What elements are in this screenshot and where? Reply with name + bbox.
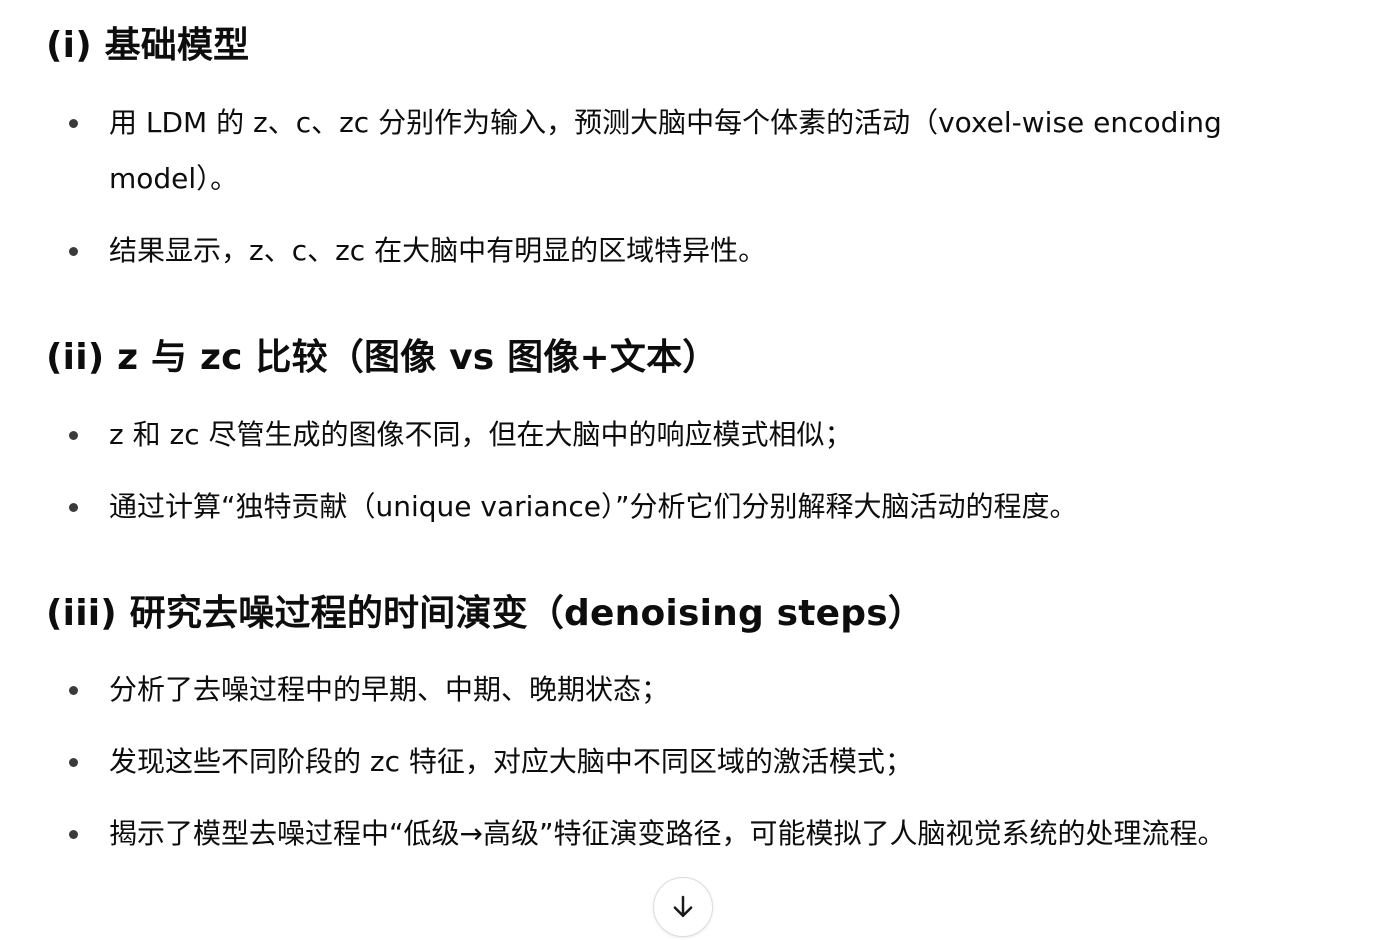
bullet-list: z 和 zc 尽管生成的图像不同，但在大脑中的响应模式相似； 通过计算“独特贡献…	[46, 407, 1319, 535]
section-heading: (iii) 研究去噪过程的时间演变（denoising steps）	[46, 593, 925, 634]
list-item: 通过计算“独特贡献（unique variance）”分析它们分别解释大脑活动的…	[46, 479, 1319, 535]
arrow-down-icon	[673, 895, 693, 917]
list-item-text: z 和 zc 尽管生成的图像不同，但在大脑中的响应模式相似；	[109, 418, 853, 451]
bullet-dot-icon	[69, 119, 78, 128]
section-heading: (ii) z 与 zc 比较（图像 vs 图像+文本）	[46, 337, 719, 378]
list-item-text: 发现这些不同阶段的 zc 特征，对应大脑中不同区域的激活模式；	[109, 745, 913, 778]
list-item-text: 通过计算“独特贡献（unique variance）”分析它们分别解释大脑活动的…	[109, 490, 1078, 523]
scroll-to-bottom-button[interactable]	[653, 877, 713, 937]
list-item: 揭示了模型去噪过程中“低级→高级”特征演变路径，可能模拟了人脑视觉系统的处理流程…	[46, 806, 1319, 862]
list-item-text: 用 LDM 的 z、c、zc 分别作为输入，预测大脑中每个体素的活动（voxel…	[109, 106, 1222, 195]
list-item: 结果显示，z、c、zc 在大脑中有明显的区域特异性。	[46, 223, 1319, 279]
bullet-dot-icon	[69, 503, 78, 512]
bullet-list: 分析了去噪过程中的早期、中期、晚期状态； 发现这些不同阶段的 zc 特征，对应大…	[46, 662, 1319, 862]
section-heading: (i) 基础模型	[46, 25, 250, 66]
list-item-text: 分析了去噪过程中的早期、中期、晚期状态；	[109, 673, 670, 706]
bullet-dot-icon	[69, 686, 78, 695]
list-item: 发现这些不同阶段的 zc 特征，对应大脑中不同区域的激活模式；	[46, 734, 1319, 790]
list-item-text: 结果显示，z、c、zc 在大脑中有明显的区域特异性。	[109, 234, 767, 267]
list-item: 分析了去噪过程中的早期、中期、晚期状态；	[46, 662, 1319, 718]
list-item: 用 LDM 的 z、c、zc 分别作为输入，预测大脑中每个体素的活动（voxel…	[46, 95, 1319, 207]
bullet-dot-icon	[69, 830, 78, 839]
bullet-dot-icon	[69, 247, 78, 256]
bullet-dot-icon	[69, 431, 78, 440]
list-item: z 和 zc 尽管生成的图像不同，但在大脑中的响应模式相似；	[46, 407, 1319, 463]
list-item-text: 揭示了模型去噪过程中“低级→高级”特征演变路径，可能模拟了人脑视觉系统的处理流程…	[109, 817, 1226, 850]
bullet-list: 用 LDM 的 z、c、zc 分别作为输入，预测大脑中每个体素的活动（voxel…	[46, 95, 1319, 279]
bullet-dot-icon	[69, 758, 78, 767]
